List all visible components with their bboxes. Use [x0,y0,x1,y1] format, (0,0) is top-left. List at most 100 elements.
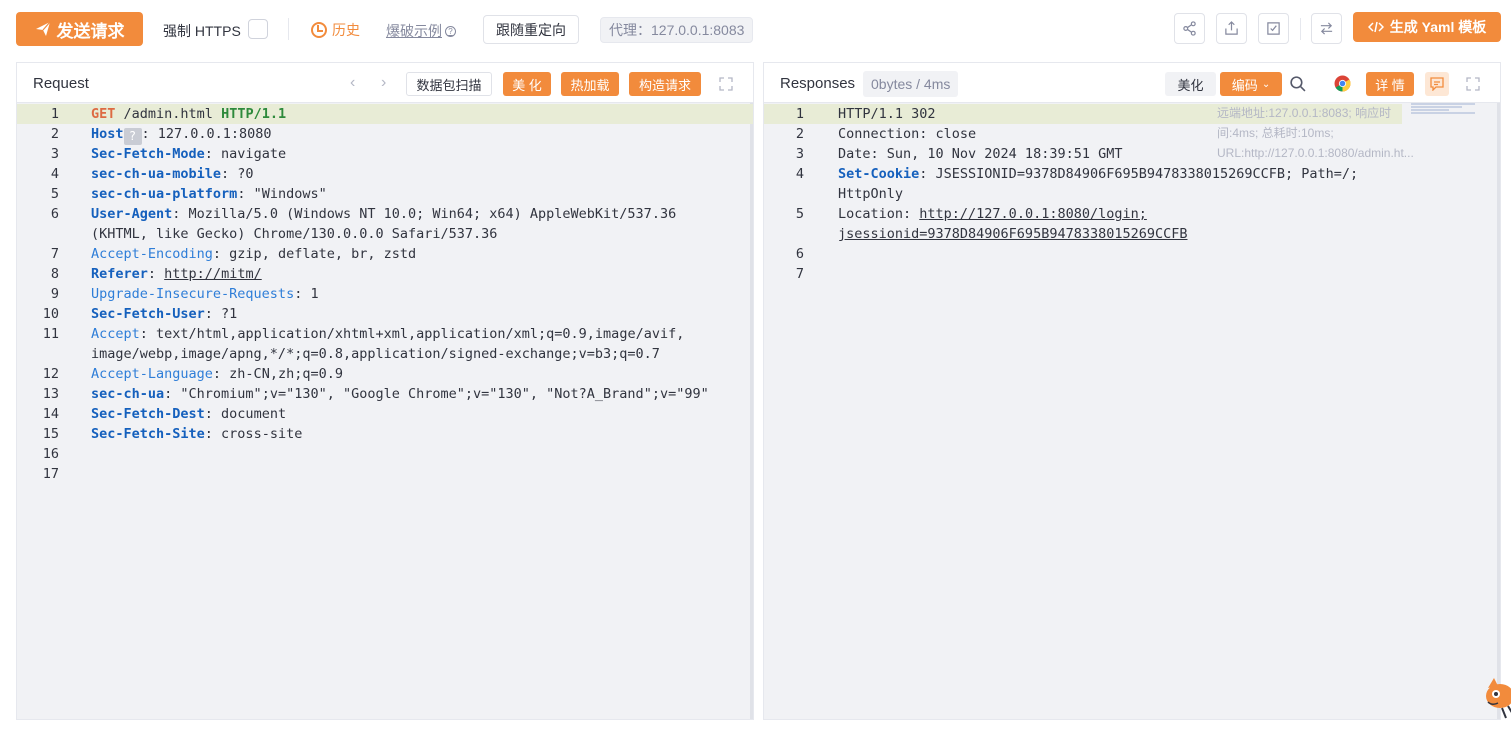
header-value: : document [204,406,287,422]
header-value-cont: image/webp,image/apng,*/*;q=0.8,applicat… [91,346,660,362]
packet-scan-button[interactable]: 数据包扫描 [406,72,492,96]
code-line: 11 Accept: text/html,application/xhtml+xm… [17,324,753,344]
code-line: 6 [764,244,1500,264]
follow-redirect-button[interactable]: 跟随重定向 [483,15,579,44]
code-line: 14 Sec-Fetch-Dest: document [17,404,753,424]
header-value: : [147,266,165,282]
code-text: HttpOnly [838,184,903,204]
help-icon[interactable]: ? [123,128,142,145]
header-key: User-Agent [91,206,173,222]
forward-arrow-icon[interactable]: › [381,74,386,92]
encoding-dropdown[interactable]: 编码 ⌄ [1220,72,1282,96]
code-line: 9 Upgrade-Insecure-Requests: 1 [17,284,753,304]
code-text: (KHTML, like Gecko) Chrome/130.0.0.0 Saf… [91,224,497,244]
header-link: http://mitm/ [164,266,262,282]
share-button[interactable] [1174,13,1205,44]
hot-load-button[interactable]: 热加载 [561,72,619,96]
back-arrow-icon[interactable]: ‹ [350,74,355,92]
code-text: Upgrade-Insecure-Requests: 1 [91,284,319,304]
response-size-badge: 0bytes / 4ms [863,71,959,97]
expand-icon[interactable] [1466,77,1480,91]
send-icon [35,21,50,36]
code-line: 12 Accept-Language: zh-CN,zh;q=0.9 [17,364,753,384]
swap-icon [1320,22,1333,35]
beautify-button[interactable]: 美 化 [503,72,551,96]
code-line-wrap: (KHTML, like Gecko) Chrome/130.0.0.0 Saf… [17,224,753,244]
header-key: Sec-Fetch-Site [91,426,205,442]
line-number: 6 [50,206,59,222]
construct-request-label: 构造请求 [638,77,691,93]
swap-button[interactable] [1311,13,1342,44]
code-text: Referer: http://mitm/ [91,264,262,284]
request-panel: Request ‹ › 数据包扫描 美 化 热加载 构造请求 1 GET /adm… [16,62,754,720]
response-beautify-label: 美化 [1177,77,1204,93]
header-value: : ?1 [204,306,238,322]
proxy-display[interactable]: 代理：127.0.0.1:8083 [600,17,754,43]
header-key: Referer [91,266,148,282]
code-text: User-Agent: Mozilla/5.0 (Windows NT 10.0… [91,204,676,224]
expand-icon[interactable] [719,77,733,91]
detail-button[interactable]: 详 情 [1366,72,1414,96]
header-key: sec-ch-ua-mobile [91,166,222,182]
mark-button[interactable] [1258,13,1289,44]
http-protocol: HTTP/1.1 [221,106,287,122]
response-beautify-button[interactable]: 美化 [1165,72,1216,96]
response-text: Connection: close [838,126,977,142]
comment-icon [1430,77,1444,91]
code-line: 6 User-Agent: Mozilla/5.0 (Windows NT 10.… [17,204,753,224]
force-https-label: 强制 HTTPS [163,23,241,39]
comment-button[interactable] [1425,72,1449,96]
header-value: : zh-CN,zh;q=0.9 [212,366,343,382]
code-text: Date: Sun, 10 Nov 2024 18:39:51 GMT [838,144,1122,164]
code-text: sec-ch-ua-platform: "Windows" [91,184,327,204]
request-editor[interactable]: 1 GET /admin.html HTTP/1.1 2 Host?: 127.0.0… [17,103,753,719]
response-text: Location: [838,206,920,222]
brute-force-example-link[interactable]: 爆破示例 ? [386,21,456,41]
code-text: Sec-Fetch-User: ?1 [91,304,237,324]
header-value: : 1 [294,286,319,302]
code-line: 5 Location: http://127.0.0.1:8080/login; [764,204,1500,224]
response-editor[interactable]: 7 6 jsessionid=9378D84906F695B947833801526… [764,103,1500,719]
code-text: Location: http://127.0.0.1:8080/login; [838,204,1147,224]
history-button[interactable]: 历史 [311,20,360,40]
send-request-button[interactable]: 发送请求 [16,12,143,46]
code-line: 15 Sec-Fetch-Site: cross-site [17,424,753,444]
code-text: Set-Cookie: JSESSIONID=9378D84906F695B94… [838,164,1358,184]
line-number: 14 [42,406,59,422]
header-value: : gzip, deflate, br, zstd [212,246,417,262]
request-path: /admin.html [115,106,222,122]
search-icon[interactable] [1289,75,1306,92]
force-https-checkbox[interactable] [248,19,268,39]
header-key: sec-ch-ua [91,386,165,402]
mascot-icon[interactable] [1478,672,1511,720]
code-line: 1 GET /admin.html HTTP/1.1 [17,104,753,124]
header-key: Accept [91,326,140,342]
code-text: Sec-Fetch-Mode: navigate [91,144,286,164]
code-line: 4 Set-Cookie: JSESSIONID=9378D84906F695B9… [764,164,1500,184]
export-button[interactable] [1216,13,1247,44]
line-number: 12 [42,366,59,382]
generate-yaml-button[interactable]: 生成 Yaml 模板 [1353,12,1501,42]
minimap[interactable] [1411,103,1475,117]
header-key: sec-ch-ua-platform [91,186,238,202]
code-line-wrap: jsessionid=9378D84906F695B9478338015269C… [764,224,1500,244]
line-number: 13 [42,386,59,402]
line-number: 9 [50,286,59,302]
code-text: image/webp,image/apng,*/*;q=0.8,applicat… [91,344,660,364]
chrome-icon[interactable] [1334,75,1351,92]
header-key: Accept-Language [91,366,213,382]
header-key: Upgrade-Insecure-Requests [91,286,295,302]
header-value-cont: HttpOnly [838,186,904,202]
code-line: 5 sec-ch-ua-platform: "Windows" [17,184,753,204]
line-number: 16 [42,446,59,462]
history-label: 历史 [332,22,360,38]
header-key: Sec-Fetch-Dest [91,406,205,422]
line-number: 4 [795,166,804,182]
scrollbar[interactable] [1497,103,1500,719]
code-text: GET /admin.html HTTP/1.1 [91,104,286,124]
generate-yaml-label: 生成 Yaml 模板 [1389,19,1487,35]
code-text: Accept: text/html,application/xhtml+xml,… [91,324,684,344]
header-value: : 127.0.0.1:8080 [141,126,272,142]
header-value: : "Windows" [237,186,327,202]
construct-request-button[interactable]: 构造请求 [629,72,701,96]
